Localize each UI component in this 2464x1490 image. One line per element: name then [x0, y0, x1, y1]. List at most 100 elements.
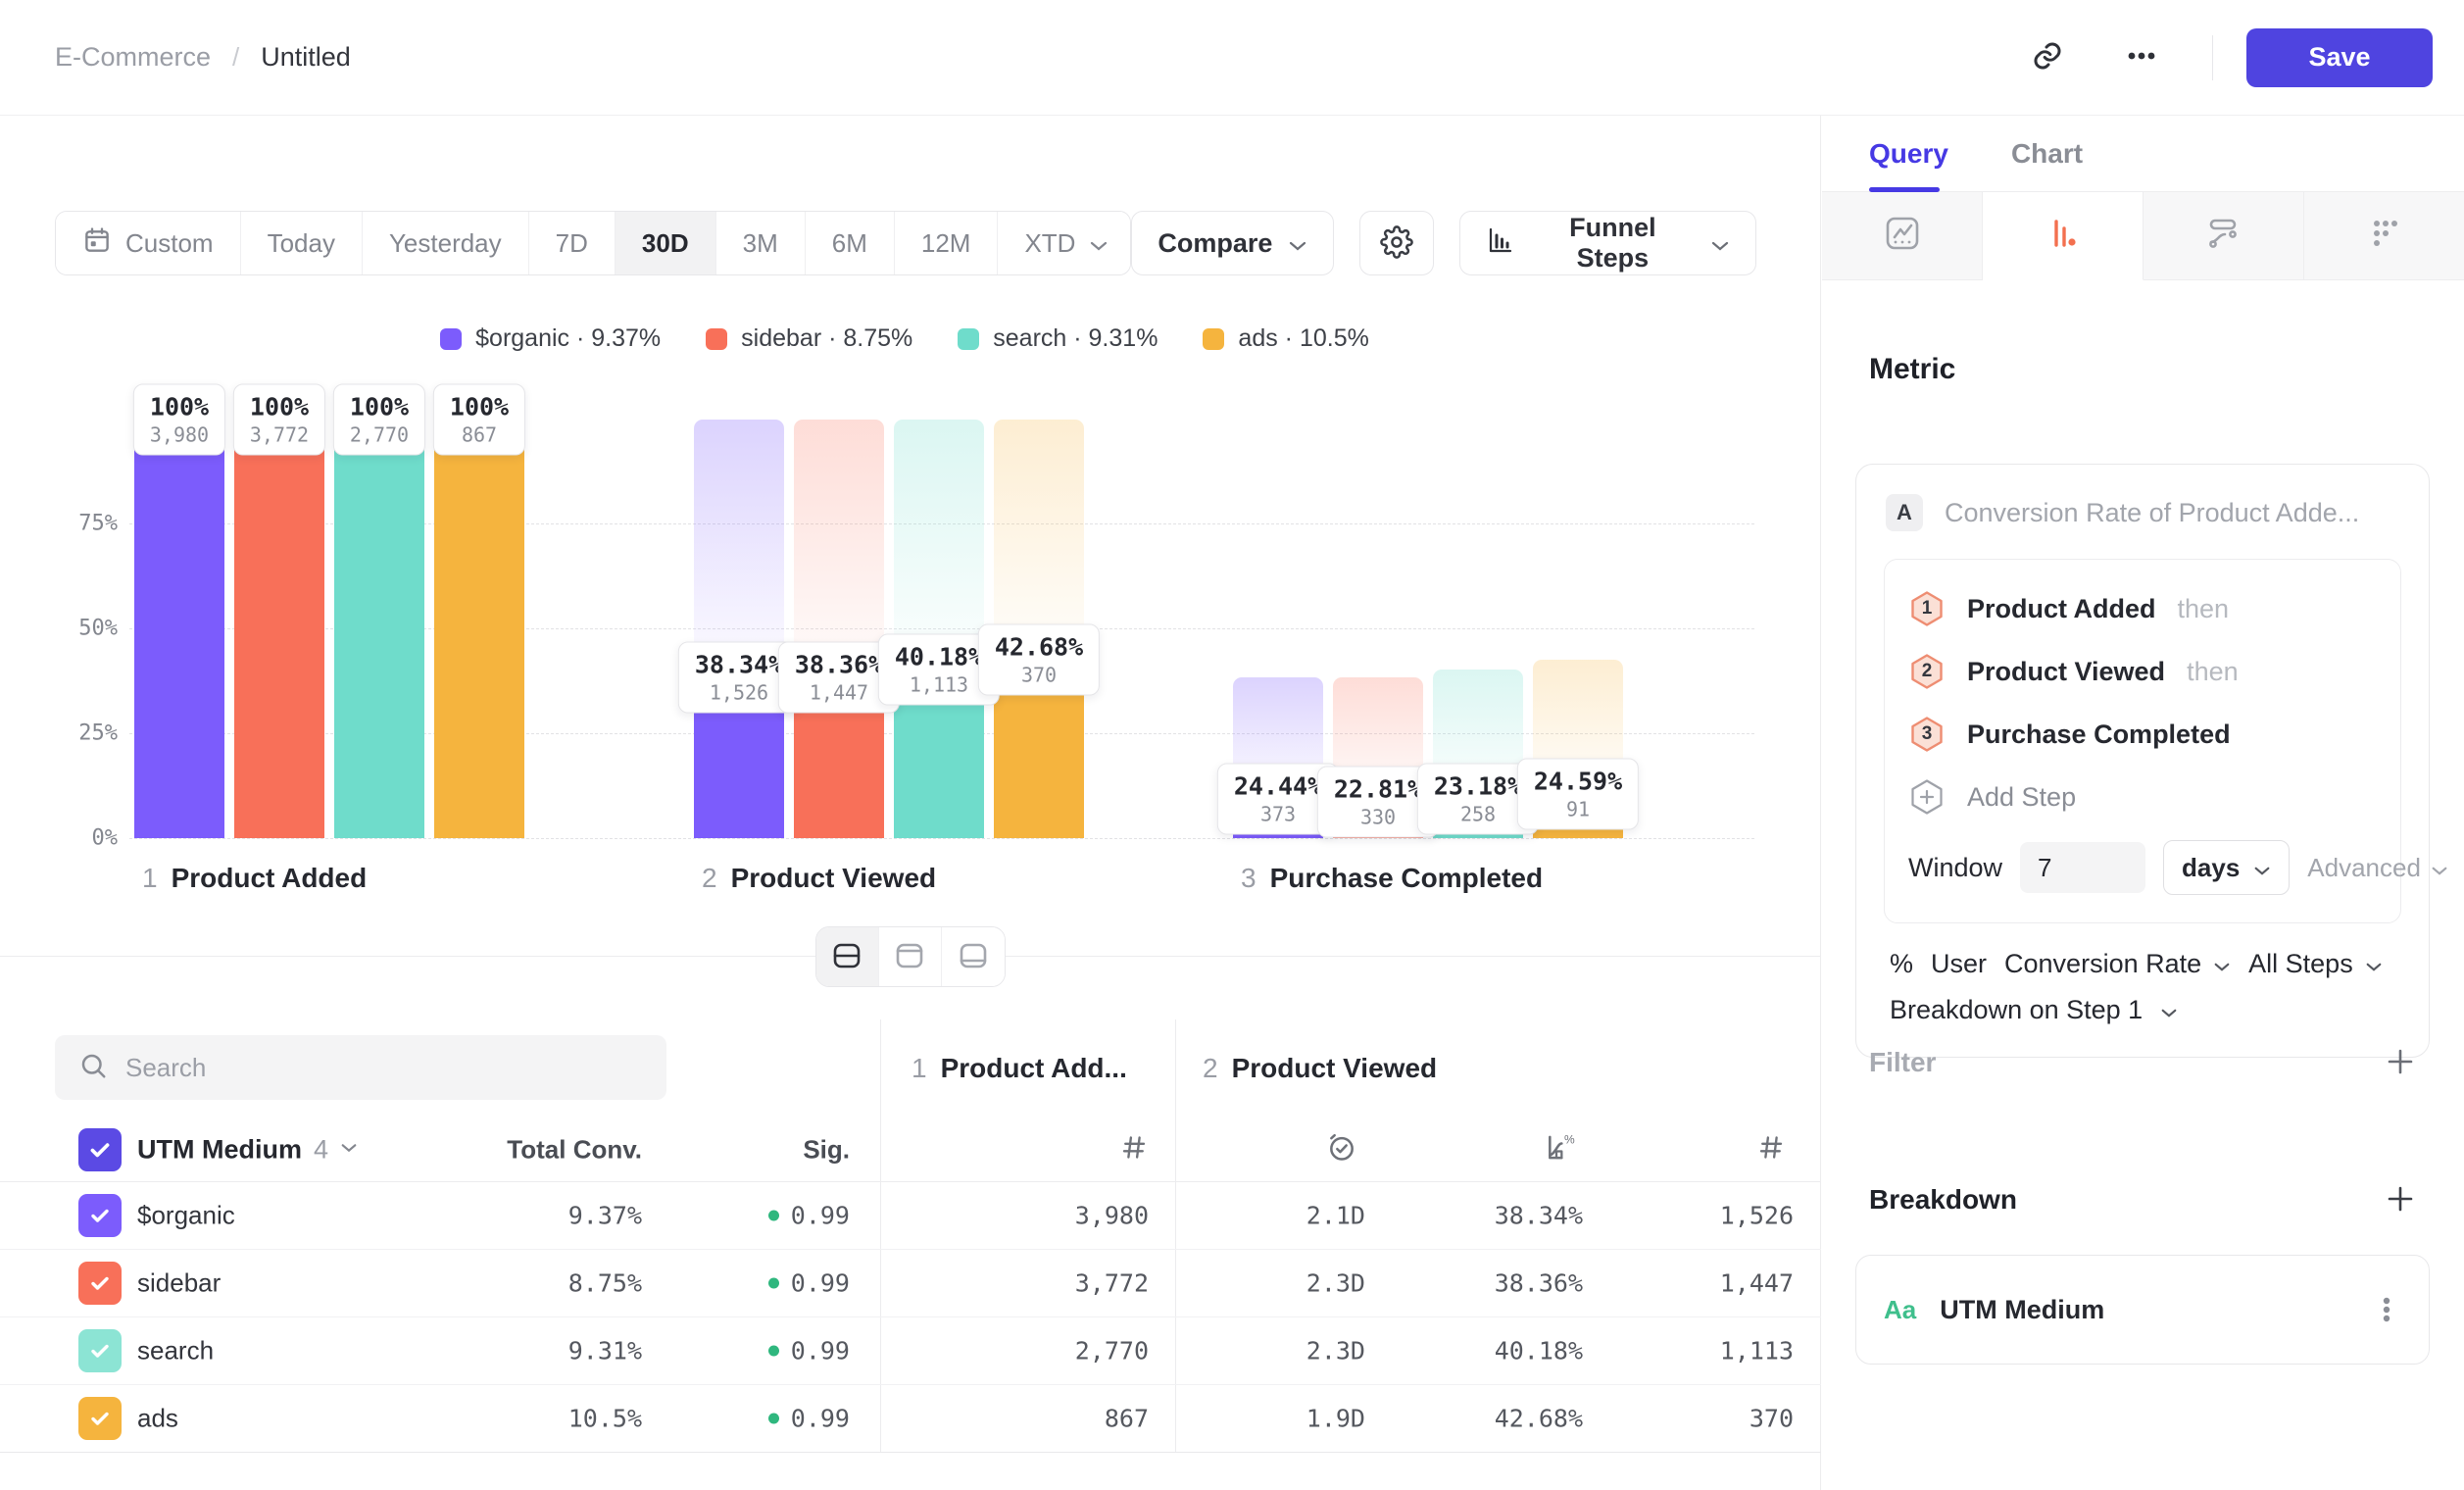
chevron-down-icon — [2431, 853, 2448, 883]
breakdown-item[interactable]: Aa UTM Medium — [1855, 1255, 2430, 1365]
row-step2-rate: 38.36% — [1495, 1269, 1583, 1298]
table-row[interactable]: ads 10.5% 0.99 867 1.9D 42.68% 370 — [0, 1385, 1821, 1453]
tab-query[interactable]: Query — [1869, 116, 1948, 191]
count-column-icon[interactable] — [1119, 1132, 1149, 1167]
range-yesterday[interactable]: Yesterday — [363, 212, 529, 274]
select-all-checkbox[interactable] — [78, 1128, 122, 1171]
bar-organic[interactable]: 100%3,980 — [134, 420, 224, 838]
range-xtd[interactable]: XTD — [998, 212, 1131, 274]
entity-selector[interactable]: User — [1931, 949, 1987, 979]
split-view-icon — [830, 939, 863, 975]
bar-value-label: 100%867 — [433, 384, 525, 456]
table-only-view-button[interactable] — [942, 927, 1005, 986]
row-time-to-convert: 2.3D — [1306, 1269, 1365, 1298]
tab-chart[interactable]: Chart — [2011, 116, 2083, 191]
scope-selector[interactable]: All Steps — [2248, 949, 2383, 979]
bar-organic[interactable]: 24.44%373 — [1233, 420, 1323, 838]
chart-settings-button[interactable] — [1359, 211, 1433, 275]
chart-only-view-button[interactable] — [879, 927, 942, 986]
range-7d[interactable]: 7D — [529, 212, 616, 274]
top-panel-icon — [893, 939, 926, 975]
share-link-button[interactable] — [2020, 30, 2075, 85]
add-filter-button[interactable] — [2384, 1045, 2417, 1081]
chevron-down-icon — [2213, 949, 2231, 979]
add-step-button[interactable]: Add Step — [1908, 766, 2377, 828]
count-column-icon[interactable] — [1756, 1132, 1786, 1167]
bar-sidebar[interactable]: 100%3,772 — [234, 420, 324, 838]
row-step2-count: 1,113 — [1720, 1337, 1794, 1366]
breadcrumb-report-title[interactable]: Untitled — [261, 42, 351, 73]
conv-rate-column-icon[interactable]: % — [1545, 1131, 1576, 1167]
row-significance: 0.99 — [768, 1405, 850, 1433]
top-bar: E-Commerce / Untitled Save — [0, 0, 2464, 116]
range-30d[interactable]: 30D — [616, 212, 716, 274]
legend-item[interactable]: $organic · 9.37% — [440, 324, 661, 353]
legend-item[interactable]: sidebar · 8.75% — [706, 324, 912, 353]
bar-value-label: 100%3,772 — [233, 384, 325, 456]
range-today[interactable]: Today — [241, 212, 363, 274]
legend-item[interactable]: search · 9.31% — [958, 324, 1158, 353]
range-custom[interactable]: Custom — [56, 212, 241, 274]
compare-button[interactable]: Compare — [1131, 211, 1334, 275]
legend-item[interactable]: ads · 10.5% — [1203, 324, 1368, 353]
table-row[interactable]: $organic 9.37% 0.99 3,980 2.1D 38.34% 1,… — [0, 1182, 1821, 1250]
search-input[interactable] — [125, 1053, 643, 1083]
step-number-badge: 2 — [1908, 653, 1946, 690]
query-step-3[interactable]: 3 Purchase Completed — [1908, 703, 2377, 766]
bar-ads[interactable]: 24.59%91 — [1533, 420, 1623, 838]
add-breakdown-button[interactable] — [2384, 1182, 2417, 1218]
advanced-toggle[interactable]: Advanced — [2307, 853, 2448, 883]
line-chart-icon — [1881, 212, 1924, 260]
legend-swatch — [440, 328, 462, 350]
funnel-chart-icon — [2042, 212, 2085, 260]
chart-type-funnel[interactable] — [1983, 192, 2144, 280]
split-view-button[interactable] — [816, 927, 879, 986]
bar-search[interactable]: 40.18%1,113 — [894, 420, 984, 838]
topbar-divider — [2212, 35, 2213, 80]
breadcrumb-project[interactable]: E-Commerce — [55, 42, 211, 73]
range-12m[interactable]: 12M — [895, 212, 999, 274]
kebab-menu-icon[interactable] — [2372, 1293, 2401, 1326]
row-checkbox[interactable] — [78, 1194, 122, 1237]
row-step1-count: 3,772 — [1075, 1269, 1149, 1298]
bar-sidebar[interactable]: 38.36%1,447 — [794, 420, 884, 838]
more-menu-button[interactable] — [2114, 30, 2169, 85]
row-step2-count: 1,526 — [1720, 1202, 1794, 1230]
range-3m[interactable]: 3M — [716, 212, 806, 274]
bar-organic[interactable]: 38.34%1,526 — [694, 420, 784, 838]
metric-selector[interactable]: Conversion Rate — [2004, 949, 2231, 979]
funnel-chart: 75% 50% 25% 0% 100%3,980 100%3,772 100%2… — [55, 420, 1754, 838]
chart-type-trend[interactable] — [1822, 192, 1983, 280]
bar-ads[interactable]: 42.68%370 — [994, 420, 1084, 838]
breadcrumb-separator: / — [232, 42, 239, 73]
range-6m[interactable]: 6M — [806, 212, 895, 274]
time-to-convert-icon[interactable] — [1326, 1131, 1357, 1167]
total-conv-header[interactable]: Total Conv. — [507, 1134, 642, 1165]
hexagon-plus-icon — [1908, 778, 1946, 816]
sig-header[interactable]: Sig. — [803, 1134, 850, 1165]
bar-search[interactable]: 100%2,770 — [334, 420, 424, 838]
breakdown-column-header[interactable]: UTM Medium 4 — [137, 1134, 358, 1165]
query-step-1[interactable]: 1 Product Added then — [1908, 577, 2377, 640]
plus-icon — [2384, 1067, 2417, 1081]
table-row[interactable]: sidebar 8.75% 0.99 3,772 2.3D 38.36% 1,4… — [0, 1250, 1821, 1317]
legend-swatch — [958, 328, 979, 350]
chart-view-selector[interactable]: Funnel Steps — [1459, 211, 1756, 275]
row-checkbox[interactable] — [78, 1397, 122, 1440]
row-checkbox[interactable] — [78, 1329, 122, 1372]
bar-sidebar[interactable]: 22.81%330 — [1333, 420, 1423, 838]
bar-search[interactable]: 23.18%258 — [1433, 420, 1523, 838]
chart-type-matrix[interactable] — [2304, 192, 2464, 280]
row-checkbox[interactable] — [78, 1262, 122, 1305]
table-row[interactable]: search 9.31% 0.99 2,770 2.3D 40.18% 1,11… — [0, 1317, 1821, 1385]
chart-type-flow[interactable] — [2144, 192, 2304, 280]
chart-toolbar: Custom Today Yesterday 7D 30D 3M 6M 12M … — [55, 211, 1756, 275]
breakdown-step-selector[interactable]: Breakdown on Step 1 — [1884, 995, 2401, 1025]
window-unit-select[interactable]: days — [2163, 840, 2290, 895]
window-value-input[interactable] — [2020, 842, 2145, 893]
save-button[interactable]: Save — [2246, 28, 2433, 87]
query-step-2[interactable]: 2 Product Viewed then — [1908, 640, 2377, 703]
bar-ads[interactable]: 100%867 — [434, 420, 524, 838]
metric-summary[interactable]: A Conversion Rate of Product Adde... — [1884, 490, 2401, 535]
bar-value-label: 100%3,980 — [133, 384, 225, 456]
